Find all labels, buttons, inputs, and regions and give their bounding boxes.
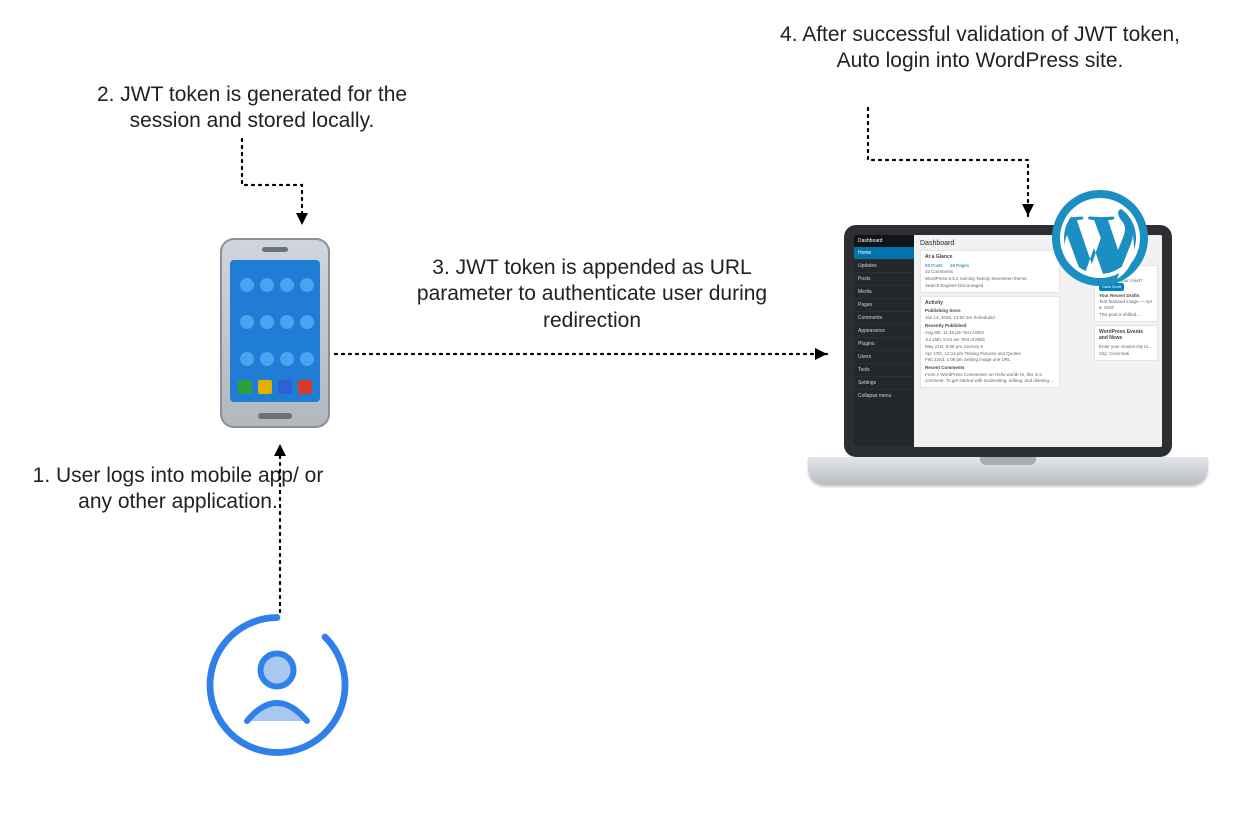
step1-caption: 1. User logs into mobile app/ or any oth… (28, 463, 328, 516)
step3-caption: 3. JWT token is appended as URL paramete… (392, 255, 792, 334)
arrow-step1 (270, 432, 290, 612)
mobile-phone-icon (220, 238, 330, 428)
arrow-step3 (335, 344, 840, 364)
arrow-step2 (242, 139, 322, 237)
step2-caption: 2. JWT token is generated for the sessio… (92, 82, 412, 135)
arrow-step4 (868, 108, 1038, 228)
step4-caption: 4. After successful validation of JWT to… (770, 22, 1190, 75)
wp-events: WordPress Events and News Enter your clo… (1094, 325, 1158, 361)
user-icon (202, 610, 352, 760)
wp-admin-sidebar: Dashboard Home Updates Posts Media Pages… (854, 235, 914, 447)
wordpress-logo-icon (1050, 188, 1150, 288)
wp-at-a-glance: At a Glance 69 Posts 26 Pages 32 Comment… (920, 250, 1060, 293)
wp-activity: Activity Publishing Soon Jan 14, 2025, 1… (920, 296, 1060, 388)
wp-sidebar-home: Home (854, 247, 914, 259)
